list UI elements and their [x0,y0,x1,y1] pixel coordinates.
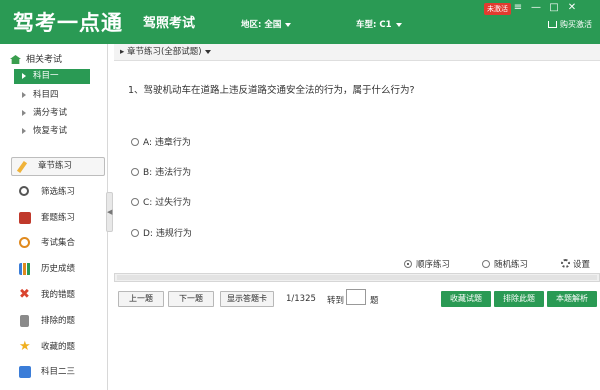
question-text: 1、驾驶机动车在道路上违反道路交通安全法的行为，属于什么行为? [128,85,415,96]
subject-label: 恢复考试 [33,126,68,136]
nav-label: 套题练习 [41,213,76,223]
nav-label: 历史成绩 [41,264,76,274]
horizontal-scrollbar[interactable] [114,273,600,282]
region-label: 地区: 全国 [241,20,282,30]
sequential-mode-radio[interactable]: 顺序练习 [404,258,450,270]
option-label: D: 违规行为 [143,229,192,239]
chevron-down-icon [285,22,292,27]
nav-label: 科目二三 [41,367,76,377]
radio-icon [482,260,490,268]
close-icon[interactable]: ✕ [564,1,580,15]
option-b[interactable]: B: 违法行为 [131,165,191,178]
buy-label: 购买激活 [560,20,592,29]
nav-label: 我的错题 [41,290,76,300]
subject-item-full-score[interactable]: 满分考试 [14,106,90,121]
bar-chart-icon [19,263,31,275]
triangle-right-icon [22,91,26,98]
explanation-button[interactable]: 本题解析 [547,291,597,307]
triangle-right-icon: ▸ [120,47,127,57]
collapse-sidebar-handle[interactable]: ◀ [106,192,113,232]
option-d[interactable]: D: 违规行为 [131,226,192,239]
x-mark-icon: ✖ [19,287,30,302]
next-question-button[interactable]: 下一题 [168,291,214,307]
subject-label: 科目四 [33,90,59,100]
star-icon: ★ [19,339,31,354]
radio-icon [131,168,139,176]
mode-label: 随机练习 [494,260,529,270]
subject-item-4[interactable]: 科目四 [14,88,90,103]
goto-suffix: 题 [370,296,379,306]
activation-badge[interactable]: 未激活 [484,3,511,15]
exclude-question-button[interactable]: 排除此题 [494,291,544,307]
nav-label: 考试集合 [41,238,76,248]
option-label: A: 违章行为 [143,138,191,148]
prev-question-button[interactable]: 上一题 [118,291,164,307]
mode-label: 顺序练习 [416,260,451,270]
chevron-down-icon [204,49,211,54]
app-title: 驾考一点通 [13,11,123,35]
title-bar: 驾考一点通 驾照考试 地区: 全国 车型: C1 未激活 ≡ — □ ✕ 购买激… [0,0,600,44]
region-select[interactable]: 地区: 全国 [241,18,292,30]
subject-item-restore[interactable]: 恢复考试 [14,124,90,139]
goto-question-input[interactable] [346,289,366,305]
breadcrumb[interactable]: ▸ 章节练习(全部试题) [114,44,600,61]
option-label: C: 过失行为 [143,198,192,208]
chevron-down-icon [395,22,402,27]
favorite-question-button[interactable]: 收藏试题 [441,291,491,307]
scrollbar-thumb[interactable] [117,275,597,280]
answer-card-button[interactable]: 显示答题卡 [220,291,274,307]
car-type-label: 车型: C1 [356,20,392,30]
pencil-icon [16,160,28,174]
subject-label: 满分考试 [33,108,68,118]
nav-label: 排除的题 [41,316,76,326]
triangle-right-icon [22,109,26,116]
buy-activate-button[interactable]: 购买激活 [548,19,592,30]
maximize-icon[interactable]: □ [546,1,562,15]
chapter-practice-button[interactable]: 章节练习 [11,157,105,176]
random-mode-radio[interactable]: 随机练习 [482,258,528,270]
chevron-left-icon: ◀ [107,208,113,216]
book-icon [19,212,31,224]
car-type-select[interactable]: 车型: C1 [356,18,402,30]
breadcrumb-label: 章节练习(全部试题) [126,47,202,57]
home-icon [10,55,21,64]
sidebar: 相关考试 科目一 科目四 满分考试 恢复考试 章节练习 筛选练习 套题练习 考试… [0,44,108,390]
triangle-right-icon [22,127,26,134]
subject-label: 科目一 [33,71,59,81]
related-exams-title: 相关考试 [26,55,63,65]
search-icon [19,186,29,196]
radio-icon [131,198,139,206]
main-panel: ▸ 章节练习(全部试题) 1、驾驶机动车在道路上违反道路交通安全法的行为，属于什… [114,44,600,390]
option-c[interactable]: C: 过失行为 [131,195,191,208]
cart-icon [548,21,557,28]
page-counter: 1/1325 [286,294,316,304]
clock-icon [19,237,30,248]
settings-button[interactable]: 设置 [561,258,590,270]
related-exams-header: 相关考试 [10,52,62,65]
triangle-right-icon [22,72,26,79]
chapter-practice-label: 章节练习 [38,161,73,171]
radio-icon [131,138,139,146]
minimize-icon[interactable]: — [528,1,544,15]
nav-label: 收藏的题 [41,342,76,352]
nav-label: 筛选练习 [41,187,76,197]
menu-icon[interactable]: ≡ [510,1,526,15]
subject-item-1[interactable]: 科目一 [14,69,90,84]
gear-icon [561,259,570,268]
settings-label: 设置 [573,260,591,270]
option-a[interactable]: A: 违章行为 [131,135,191,148]
radio-selected-icon [404,260,412,268]
option-label: B: 违法行为 [143,168,192,178]
car-icon [19,366,31,378]
trash-icon [20,315,29,327]
goto-label: 转到 [327,296,345,306]
radio-icon [131,229,139,237]
app-subtitle: 驾照考试 [143,16,196,31]
